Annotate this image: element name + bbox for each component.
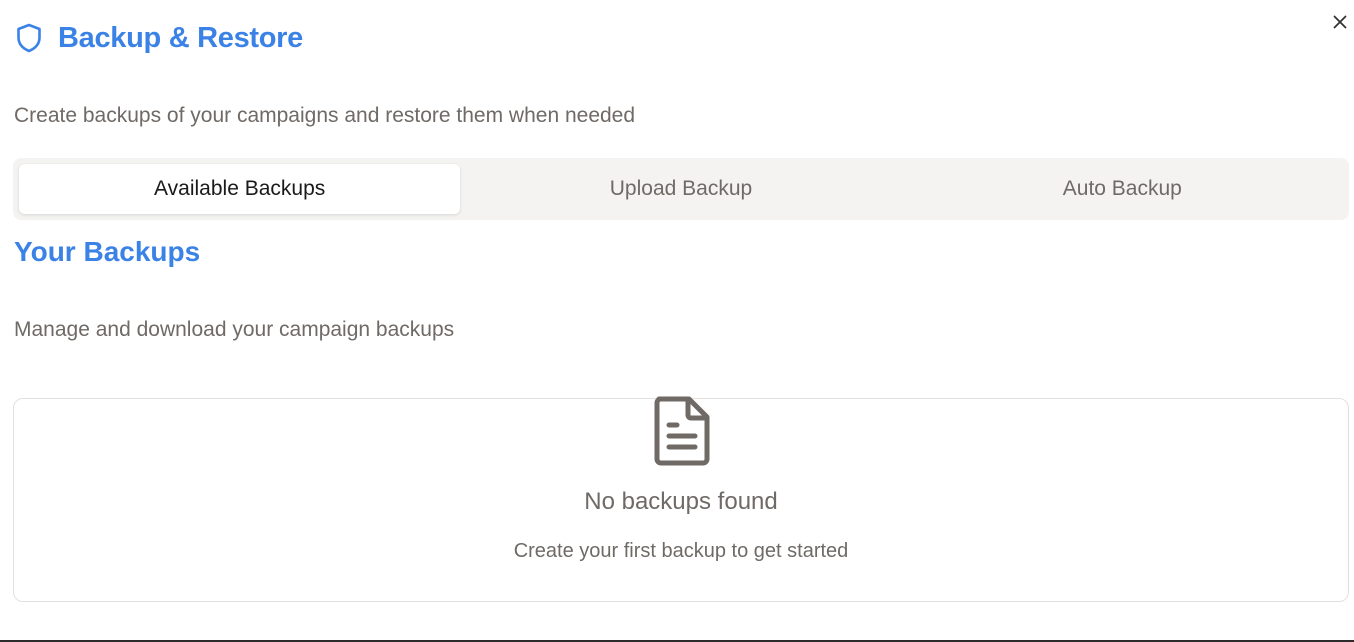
shield-icon xyxy=(14,22,44,54)
dialog-title: Backup & Restore xyxy=(58,21,303,54)
tab-available-backups[interactable]: Available Backups xyxy=(19,164,461,214)
close-button[interactable] xyxy=(1330,12,1350,32)
empty-state-card: No backups found Create your first backu… xyxy=(13,395,1349,602)
tab-upload-backup[interactable]: Upload Backup xyxy=(460,164,901,214)
dialog-subtitle: Create backups of your campaigns and res… xyxy=(14,104,636,127)
tab-auto-backup[interactable]: Auto Backup xyxy=(902,164,1343,214)
tab-bar: Available Backups Upload Backup Auto Bac… xyxy=(13,158,1349,220)
close-icon xyxy=(1333,15,1347,29)
empty-state-title: No backups found xyxy=(584,488,778,515)
backup-restore-dialog: Backup & Restore Create backups of your … xyxy=(0,0,1354,642)
section-subtitle: Manage and download your campaign backup… xyxy=(14,318,455,341)
dialog-header: Backup & Restore xyxy=(14,20,303,56)
empty-state-message: Create your first backup to get started xyxy=(513,540,849,562)
document-icon xyxy=(651,395,713,467)
section-title: Your Backups xyxy=(14,236,201,267)
